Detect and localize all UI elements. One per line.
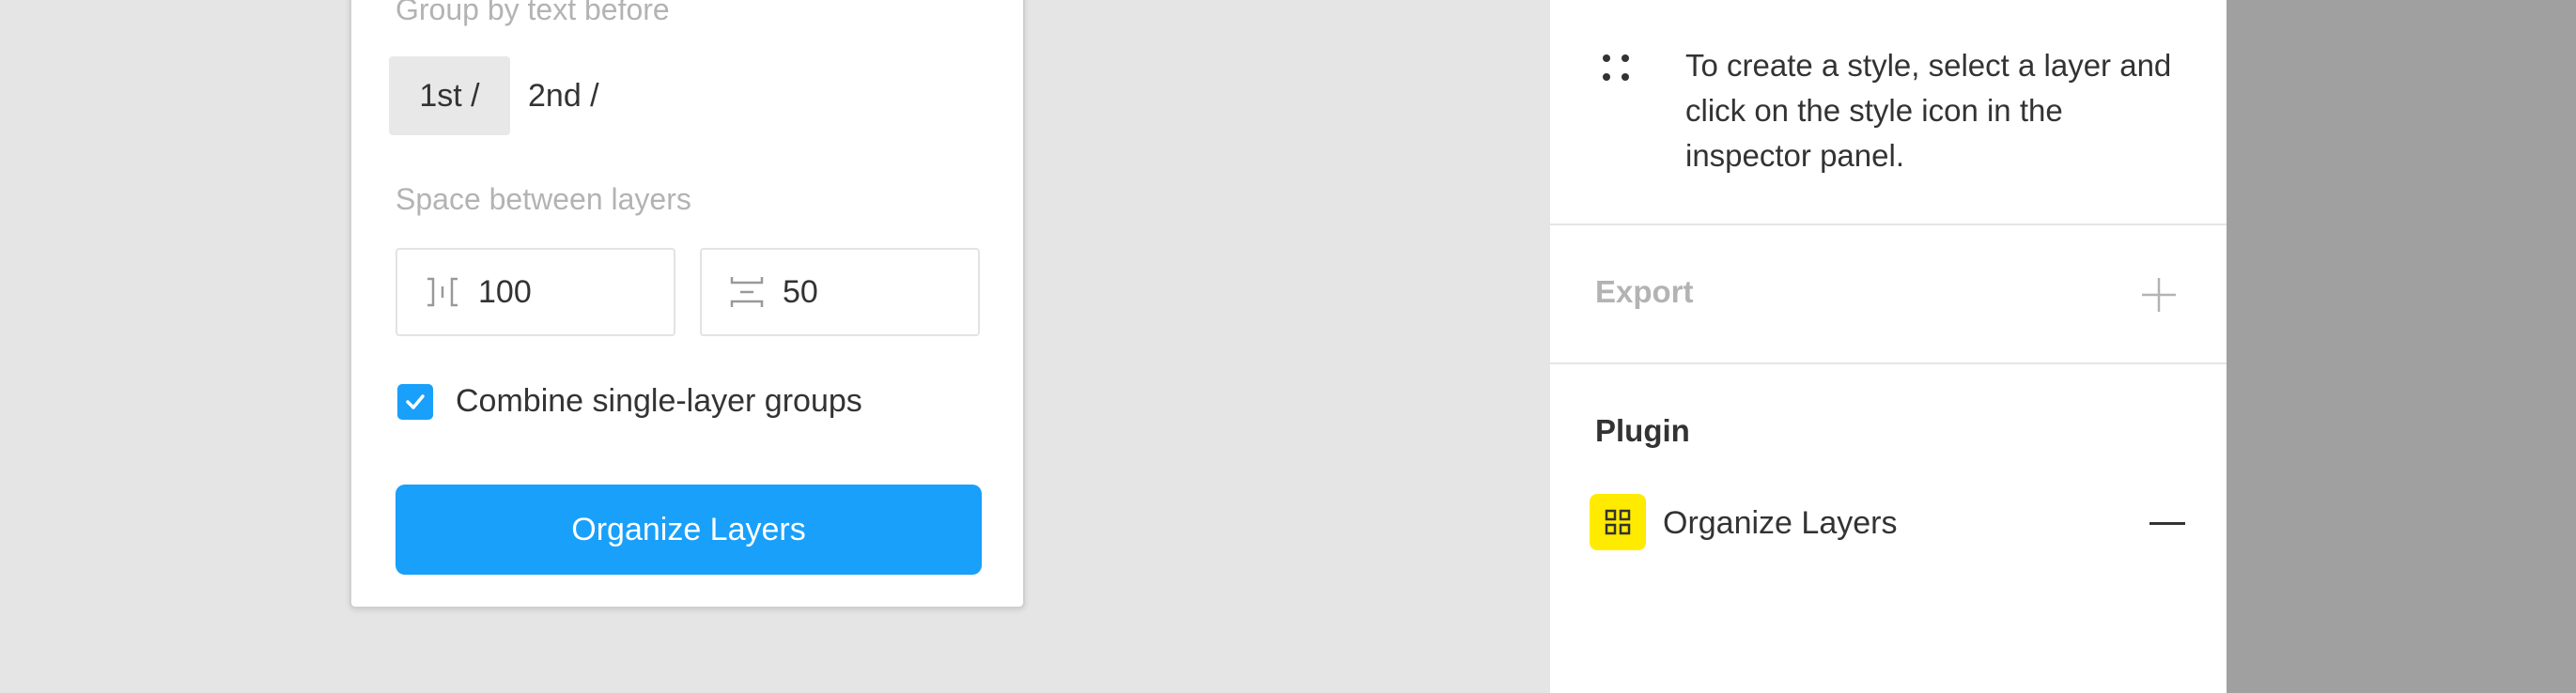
combine-groups-checkbox[interactable] [397, 383, 433, 420]
divider [1550, 362, 2227, 364]
plugin-name: Organize Layers [1663, 505, 1898, 541]
organize-layers-dialog: Group by text before 1st / 2nd / Space b… [349, 0, 1025, 608]
vertical-spacing-input[interactable]: 50 [700, 248, 980, 336]
inspector-panel: To create a style, select a layer and cl… [1550, 0, 2227, 693]
divider [1550, 223, 2227, 225]
group-by-label: Group by text before [396, 0, 670, 26]
plugin-section-title: Plugin [1595, 413, 1690, 448]
checkmark-icon [406, 393, 425, 409]
combine-groups-row[interactable]: Combine single-layer groups [397, 383, 862, 420]
group-option-first[interactable]: 1st / [389, 56, 510, 135]
organize-layers-button[interactable]: Organize Layers [396, 485, 982, 575]
minus-icon[interactable] [2149, 522, 2185, 525]
grid-icon [1590, 494, 1646, 550]
vertical-spacing-icon [730, 277, 764, 307]
horizontal-spacing-input[interactable]: 100 [396, 248, 675, 336]
horizontal-spacing-icon [427, 277, 458, 307]
style-hint-text: To create a style, select a layer and cl… [1685, 48, 2172, 173]
combine-groups-label: Combine single-layer groups [456, 383, 862, 419]
space-between-label: Space between layers [396, 182, 691, 216]
plugin-item-organize-layers[interactable]: Organize Layers [1590, 494, 2191, 552]
horizontal-spacing-value: 100 [478, 273, 532, 310]
four-dots-icon[interactable] [1601, 53, 1631, 83]
plus-icon[interactable] [2140, 276, 2178, 314]
canvas-overflow-area [2227, 0, 2576, 693]
vertical-spacing-value: 50 [783, 273, 818, 310]
group-option-second[interactable]: 2nd / [520, 56, 613, 135]
export-label: Export [1595, 274, 1694, 309]
